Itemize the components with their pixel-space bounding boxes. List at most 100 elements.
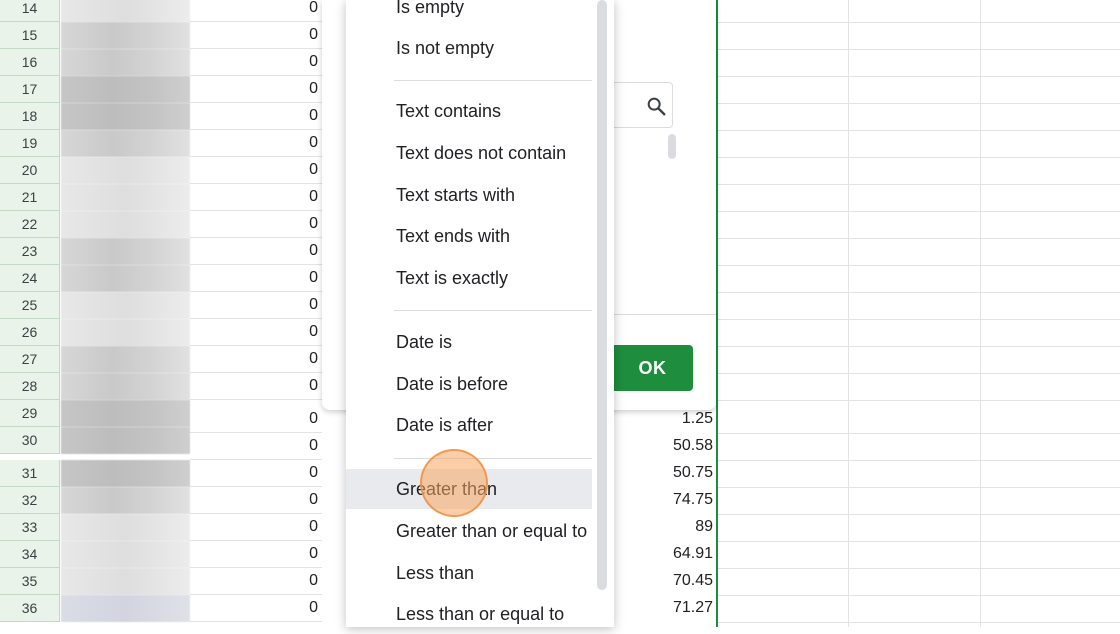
cell[interactable]: 74.75 xyxy=(614,487,718,514)
menu-item-text-contains[interactable]: Text contains xyxy=(346,91,592,131)
menu-item-less-than-or-equal-to[interactable]: Less than or equal to xyxy=(346,594,592,634)
row-header[interactable]: 26 xyxy=(0,319,60,346)
menu-separator xyxy=(394,458,592,459)
cell[interactable]: 0 xyxy=(190,265,322,292)
condition-dropdown-menu[interactable]: Is empty Is not empty Text contains Text… xyxy=(346,0,614,627)
cell[interactable]: 0 xyxy=(190,319,322,346)
cell[interactable]: 0 xyxy=(190,103,322,130)
row-divider xyxy=(718,103,1120,104)
row-header[interactable]: 22 xyxy=(0,211,60,238)
menu-item-date-is-before[interactable]: Date is before xyxy=(346,364,592,404)
redacted-cell xyxy=(61,265,190,292)
redacted-cell xyxy=(61,292,190,319)
menu-item-text-does-not-contain[interactable]: Text does not contain xyxy=(346,133,592,173)
menu-scrollbar[interactable] xyxy=(597,0,607,590)
cell[interactable]: 0 xyxy=(190,22,322,49)
row-header[interactable]: 36 xyxy=(0,595,60,622)
cell[interactable]: 0 xyxy=(190,541,322,568)
search-icon[interactable] xyxy=(645,95,667,117)
redacted-cell xyxy=(61,373,190,400)
row-divider xyxy=(718,487,1120,488)
redacted-cell xyxy=(61,487,190,514)
cell[interactable]: 0 xyxy=(190,595,322,622)
row-header[interactable]: 20 xyxy=(0,157,60,184)
row-header[interactable]: 34 xyxy=(0,541,60,568)
cell[interactable]: 0 xyxy=(190,0,322,22)
values-list-scrollbar[interactable] xyxy=(668,134,676,159)
row-header[interactable]: 28 xyxy=(0,373,60,400)
menu-item-label: Text does not contain xyxy=(396,143,567,163)
menu-item-is-not-empty[interactable]: Is not empty xyxy=(346,28,592,68)
menu-item-label: Greater than or equal to xyxy=(396,521,588,541)
panel-divider xyxy=(614,314,716,315)
cell[interactable]: 0 xyxy=(190,568,322,595)
column-divider xyxy=(848,0,849,627)
menu-item-label: Text is exactly xyxy=(396,268,509,288)
cell[interactable]: 0 xyxy=(190,292,322,319)
row-header[interactable]: 27 xyxy=(0,346,60,373)
row-divider xyxy=(718,130,1120,131)
cell[interactable]: 71.27 xyxy=(614,595,718,622)
menu-item-label: Text starts with xyxy=(396,185,516,205)
row-header[interactable]: 32 xyxy=(0,487,60,514)
row-divider xyxy=(718,622,1120,623)
row-header[interactable]: 21 xyxy=(0,184,60,211)
cell[interactable]: 64.91 xyxy=(614,541,718,568)
cell[interactable]: 0 xyxy=(190,514,322,541)
row-header[interactable]: 23 xyxy=(0,238,60,265)
row-header[interactable]: 19 xyxy=(0,130,60,157)
row-header[interactable]: 25 xyxy=(0,292,60,319)
cell[interactable]: 0 xyxy=(190,238,322,265)
menu-separator xyxy=(394,310,592,311)
menu-item-text-starts-with[interactable]: Text starts with xyxy=(346,175,592,215)
cell[interactable]: 0 xyxy=(190,130,322,157)
cell[interactable]: 0 xyxy=(190,184,322,211)
cell[interactable]: 0 xyxy=(190,157,322,184)
row-header[interactable]: 31 xyxy=(0,460,60,487)
cell[interactable]: 0 xyxy=(190,460,322,487)
row-header[interactable]: 33 xyxy=(0,514,60,541)
menu-item-is-empty[interactable]: Is empty xyxy=(346,0,592,27)
cell[interactable]: 70.45 xyxy=(614,568,718,595)
row-header[interactable]: 30 xyxy=(0,427,60,454)
cell[interactable]: 0 xyxy=(190,76,322,103)
cell[interactable]: 0 xyxy=(190,406,322,433)
cell[interactable]: 0 xyxy=(190,433,322,460)
row-header[interactable]: 14 xyxy=(0,0,60,22)
cell[interactable]: 0 xyxy=(190,346,322,373)
row-divider xyxy=(718,22,1120,23)
menu-item-text-ends-with[interactable]: Text ends with xyxy=(346,216,592,256)
row-header[interactable]: 24 xyxy=(0,265,60,292)
ok-button[interactable]: OK xyxy=(612,345,693,391)
redacted-cell xyxy=(61,460,190,487)
cell[interactable]: 50.58 xyxy=(614,433,718,460)
row-header[interactable]: 17 xyxy=(0,76,60,103)
cell[interactable]: 50.75 xyxy=(614,460,718,487)
cell[interactable]: 0 xyxy=(190,49,322,76)
row-header[interactable]: 15 xyxy=(0,22,60,49)
redacted-cell xyxy=(61,427,190,454)
cell[interactable]: 89 xyxy=(614,514,718,541)
cell[interactable]: 1.25 xyxy=(614,406,718,433)
filter-search-input[interactable] xyxy=(612,82,673,128)
row-header[interactable]: 18 xyxy=(0,103,60,130)
menu-item-date-is[interactable]: Date is xyxy=(346,322,592,362)
menu-item-less-than[interactable]: Less than xyxy=(346,553,592,593)
menu-item-label: Text contains xyxy=(396,101,502,121)
redacted-cell xyxy=(61,157,190,184)
menu-item-label: Less than xyxy=(396,563,475,583)
row-divider xyxy=(718,400,1120,401)
menu-item-date-is-after[interactable]: Date is after xyxy=(346,405,592,445)
menu-item-label: Date is before xyxy=(396,374,509,394)
menu-item-greater-than-or-equal-to[interactable]: Greater than or equal to xyxy=(346,511,592,551)
cell[interactable]: 0 xyxy=(190,373,322,400)
cell[interactable]: 0 xyxy=(190,487,322,514)
menu-item-text-is-exactly[interactable]: Text is exactly xyxy=(346,258,592,298)
menu-separator xyxy=(394,80,592,81)
row-header[interactable]: 35 xyxy=(0,568,60,595)
row-header[interactable]: 16 xyxy=(0,49,60,76)
menu-item-label: Less than or equal to xyxy=(396,604,565,624)
menu-item-greater-than[interactable]: Greater than xyxy=(346,469,592,509)
cell[interactable]: 0 xyxy=(190,211,322,238)
row-header[interactable]: 29 xyxy=(0,400,60,427)
